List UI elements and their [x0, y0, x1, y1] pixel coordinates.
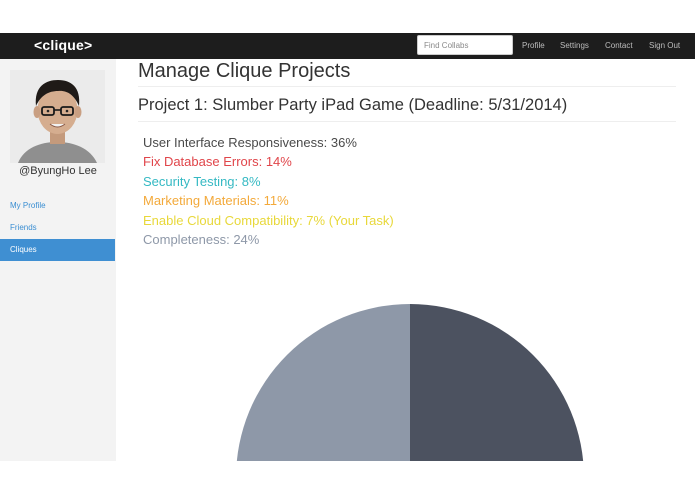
task-completeness: Completeness: 24% — [143, 232, 260, 247]
pie-slice-ui-responsiveness[interactable] — [410, 304, 584, 461]
project-title: Project 1: Slumber Party iPad Game (Dead… — [138, 96, 568, 114]
nav-link-profile[interactable]: Profile — [522, 41, 545, 50]
divider — [138, 121, 676, 122]
project-pie-chart — [236, 304, 584, 461]
task-marketing-materials: Marketing Materials: 11% — [143, 193, 289, 208]
sidebar-item-friends[interactable]: Friends — [0, 217, 115, 239]
divider — [138, 86, 676, 87]
sidebar-item-cliques[interactable]: Cliques — [0, 239, 115, 261]
page-title: Manage Clique Projects — [138, 60, 351, 82]
avatar[interactable] — [10, 70, 105, 163]
top-navbar: <clique> Profile Settings Contact Sign O… — [0, 33, 695, 59]
nav-link-settings[interactable]: Settings — [560, 41, 589, 50]
sidebar-item-my-profile[interactable]: My Profile — [0, 195, 115, 217]
task-fix-database-errors: Fix Database Errors: 14% — [143, 154, 292, 169]
nav-link-sign-out[interactable]: Sign Out — [649, 41, 680, 50]
sidebar-item-label: My Profile — [10, 201, 46, 210]
task-cloud-compatibility: Enable Cloud Compatibility: 7% (Your Tas… — [143, 213, 394, 228]
sidebar-item-label: Cliques — [10, 245, 37, 254]
sidebar: @ByungHo Lee My Profile Friends Cliques — [0, 59, 116, 461]
username-label: @ByungHo Lee — [19, 165, 97, 177]
task-ui-responsiveness: User Interface Responsiveness: 36% — [143, 135, 357, 150]
task-security-testing: Security Testing: 8% — [143, 174, 261, 189]
pie-slice-completeness[interactable] — [236, 304, 410, 461]
sidebar-item-label: Friends — [10, 223, 37, 232]
brand-logo[interactable]: <clique> — [34, 37, 92, 53]
find-collabs-input[interactable] — [417, 35, 513, 55]
profile-photo — [10, 70, 105, 163]
nav-link-contact[interactable]: Contact — [605, 41, 633, 50]
